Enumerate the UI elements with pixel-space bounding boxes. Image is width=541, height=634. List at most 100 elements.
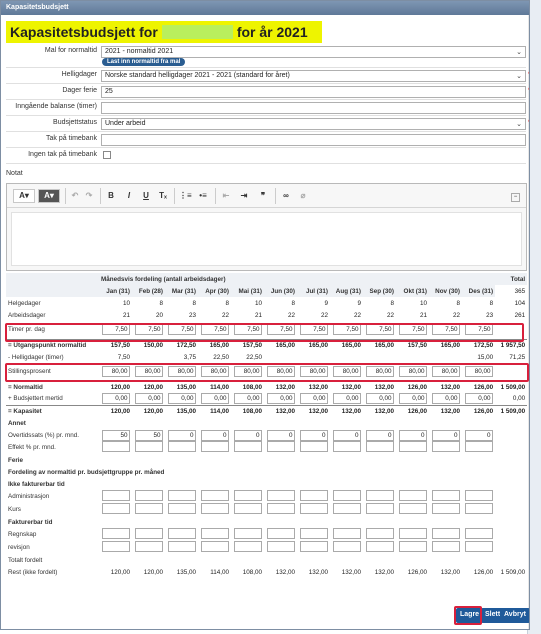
cell-input[interactable]	[200, 503, 229, 514]
cell-input[interactable]	[101, 528, 130, 539]
cell-input[interactable]	[464, 541, 493, 552]
cell-input[interactable]	[365, 541, 394, 552]
dager-ferie-input[interactable]: 25	[101, 86, 526, 98]
cell-input[interactable]: 50	[101, 429, 130, 441]
cell-input[interactable]: 0,00	[332, 393, 361, 405]
cell-input[interactable]: 0,00	[200, 393, 229, 405]
underline-icon[interactable]: U	[140, 190, 152, 202]
collapse-toolbar-icon[interactable]: −	[511, 193, 520, 202]
cell-input[interactable]	[101, 490, 130, 501]
cell-input[interactable]: 0	[299, 429, 328, 441]
cell-input[interactable]	[299, 528, 328, 539]
bg-color-button[interactable]: A▾	[38, 189, 60, 203]
clear-format-icon[interactable]: Tₓ	[157, 190, 169, 202]
text-color-button[interactable]: A▾	[13, 189, 35, 203]
undo-icon[interactable]: ↶	[69, 190, 81, 202]
cell-input[interactable]: 0	[464, 429, 493, 441]
cell-input[interactable]	[134, 503, 163, 514]
cell-input[interactable]	[233, 490, 262, 501]
cell-input[interactable]	[299, 490, 328, 501]
cell-input[interactable]	[233, 541, 262, 552]
cell-input[interactable]	[398, 541, 427, 552]
cell-input[interactable]	[134, 528, 163, 539]
ingen-tak-checkbox[interactable]	[103, 151, 111, 159]
cell-input[interactable]	[398, 503, 427, 514]
cell-input[interactable]	[200, 441, 229, 452]
cell-input[interactable]	[134, 490, 163, 501]
cell-input[interactable]	[266, 528, 295, 539]
cell-input[interactable]	[101, 541, 130, 552]
cell-input[interactable]	[134, 541, 163, 552]
cell-input[interactable]	[233, 503, 262, 514]
avbryt-button[interactable]: Avbryt	[500, 608, 529, 623]
cell-input[interactable]	[299, 541, 328, 552]
dialog-scrollbar[interactable]	[528, 15, 529, 629]
cell-input[interactable]	[398, 490, 427, 501]
cell-input[interactable]: 0	[233, 429, 262, 441]
cell-input[interactable]: 0,00	[233, 393, 262, 405]
cell-input[interactable]: 0,00	[266, 393, 295, 405]
cell-input[interactable]: 0,00	[365, 393, 394, 405]
cell-input[interactable]	[200, 541, 229, 552]
cell-input[interactable]	[332, 528, 361, 539]
cell-input[interactable]: 0	[200, 429, 229, 441]
redo-icon[interactable]: ↷	[83, 190, 95, 202]
cell-input[interactable]	[167, 441, 196, 452]
cell-input[interactable]	[332, 441, 361, 452]
last-inn-button[interactable]: Last inn normaltid fra mal	[102, 58, 186, 66]
cell-input[interactable]	[332, 503, 361, 514]
bullet-list-icon[interactable]: •≡	[197, 190, 209, 202]
cell-input[interactable]	[464, 490, 493, 501]
cell-input[interactable]	[398, 528, 427, 539]
cell-input[interactable]	[299, 503, 328, 514]
cell-input[interactable]	[266, 490, 295, 501]
cell-input[interactable]	[431, 503, 460, 514]
indent-icon[interactable]: ⇥	[238, 190, 250, 202]
notat-textarea[interactable]	[11, 212, 522, 266]
cell-input[interactable]	[266, 503, 295, 514]
cell-input[interactable]	[233, 528, 262, 539]
cell-input[interactable]	[101, 441, 130, 452]
cell-input[interactable]: 0,00	[398, 393, 427, 405]
cell-input[interactable]	[398, 441, 427, 452]
cell-input[interactable]	[134, 441, 163, 452]
cell-input[interactable]	[167, 503, 196, 514]
cell-input[interactable]	[233, 441, 262, 452]
inngaende-input[interactable]	[101, 102, 526, 114]
cell-input[interactable]: 0,00	[464, 393, 493, 405]
cell-input[interactable]	[167, 528, 196, 539]
cell-input[interactable]	[200, 528, 229, 539]
cell-input[interactable]: 0,00	[299, 393, 328, 405]
numbered-list-icon[interactable]: ⋮≡	[179, 190, 192, 202]
cell-input[interactable]	[464, 441, 493, 452]
cell-input[interactable]: 0,00	[101, 393, 130, 405]
bold-icon[interactable]: B	[105, 190, 117, 202]
cell-input[interactable]	[365, 490, 394, 501]
cell-input[interactable]	[365, 441, 394, 452]
cell-input[interactable]	[431, 541, 460, 552]
cell-input[interactable]	[365, 528, 394, 539]
cell-input[interactable]	[332, 490, 361, 501]
cell-input[interactable]	[266, 541, 295, 552]
cell-input[interactable]	[299, 441, 328, 452]
cell-input[interactable]: 0,00	[167, 393, 196, 405]
link-icon[interactable]: ∞	[280, 190, 292, 202]
budsjettstatus-select[interactable]: Under arbeid ⌄	[101, 118, 526, 130]
cell-input[interactable]: 0	[365, 429, 394, 441]
cell-input[interactable]	[266, 441, 295, 452]
cell-input[interactable]: 0	[332, 429, 361, 441]
cell-input[interactable]	[431, 528, 460, 539]
cell-input[interactable]: 0	[167, 429, 196, 441]
cell-input[interactable]	[431, 441, 460, 452]
cell-input[interactable]: 0	[431, 429, 460, 441]
mal-select[interactable]: 2021 - normaltid 2021 ⌄	[101, 46, 526, 58]
cell-input[interactable]	[464, 528, 493, 539]
cell-input[interactable]	[365, 503, 394, 514]
cell-input[interactable]	[101, 503, 130, 514]
cell-input[interactable]: 50	[134, 429, 163, 441]
tak-input[interactable]	[101, 134, 526, 146]
cell-input[interactable]	[464, 503, 493, 514]
cell-input[interactable]	[167, 541, 196, 552]
cell-input[interactable]: 0,00	[134, 393, 163, 405]
cell-input[interactable]	[332, 541, 361, 552]
